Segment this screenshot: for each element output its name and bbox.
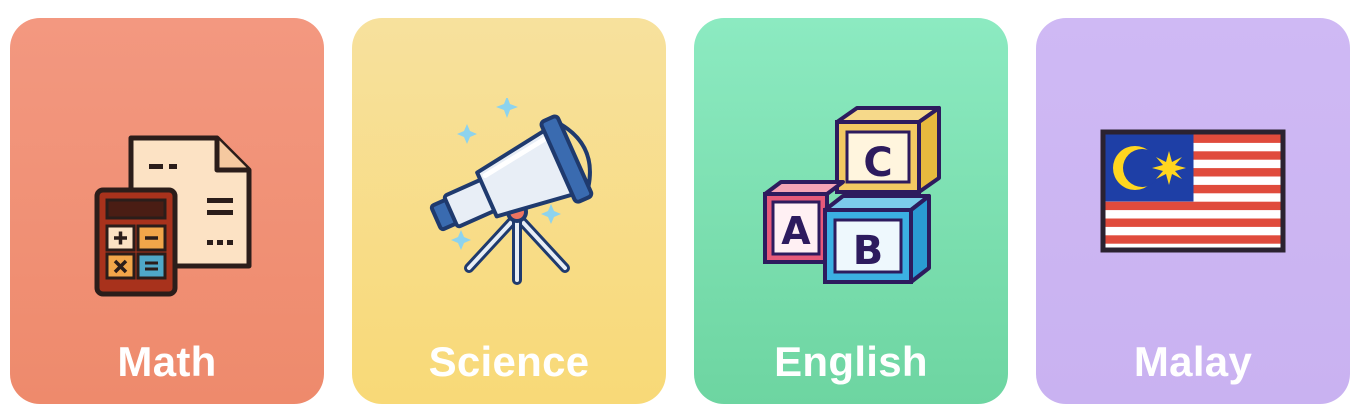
- block-letter-b: B: [853, 228, 884, 274]
- subject-label: English: [774, 338, 928, 385]
- telescope-icon: [409, 98, 609, 298]
- subject-label: Malay: [1133, 338, 1253, 385]
- subject-card-malay[interactable]: Malay: [1036, 18, 1350, 404]
- calculator-document-icon: [67, 98, 267, 298]
- block-letter-c: C: [863, 140, 892, 186]
- subject-grid: Math Science C A B English Malay: [0, 0, 1364, 420]
- subject-card-math[interactable]: Math: [10, 18, 324, 404]
- subject-card-english[interactable]: C A B English: [694, 18, 1008, 404]
- malaysia-flag-icon: [1093, 98, 1293, 298]
- subject-label: Science: [428, 338, 590, 385]
- subject-label: Math: [117, 338, 217, 385]
- subject-card-science[interactable]: Science: [352, 18, 666, 404]
- abc-blocks-icon: C A B: [751, 98, 951, 298]
- block-letter-a: A: [781, 209, 811, 253]
